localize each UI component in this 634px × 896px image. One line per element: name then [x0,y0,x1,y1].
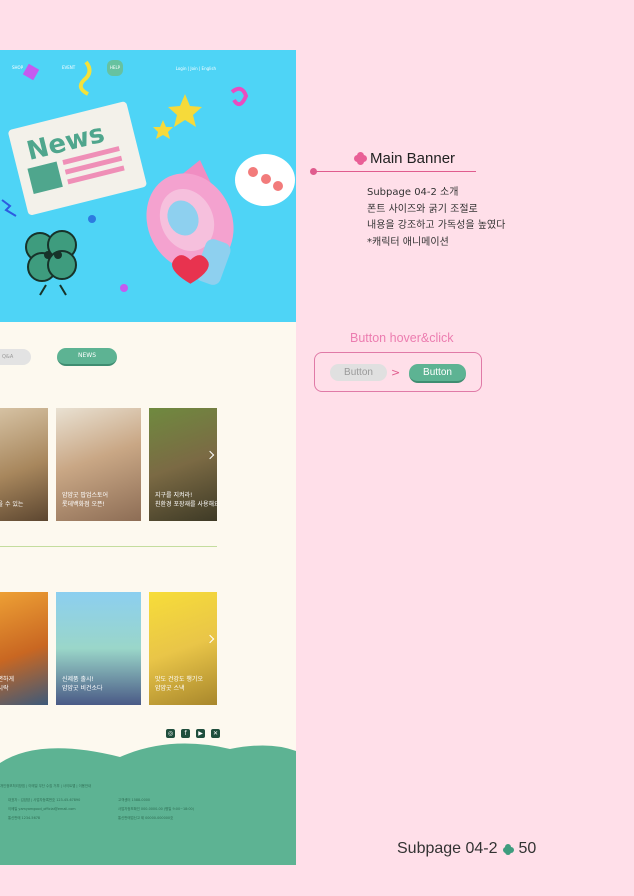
annotation-line-text: 폰트 사이즈와 굵기 조절로 [367,203,478,215]
button-hover-state[interactable]: Button [409,364,466,383]
nav-help-link[interactable]: HELP [107,60,123,76]
product-card-caption: 간편하게 도시락 [0,676,15,692]
product-card-caption: 신제품 출시! 얌얌굿 비건소다 [62,676,103,692]
facebook-icon[interactable]: f [181,729,190,738]
footer-links[interactable]: 개인정보처리방침 | 이메일 무단 수집 거부 | 사이트맵 | 이용안내 [0,783,91,788]
webpage-mockup: News SHOP EVENT HELP Login | Join | Engl… [0,50,296,865]
footer-info: 고객센터 1588-0000 [118,798,151,802]
annotation-title: Main Banner [354,150,455,167]
product-card[interactable]: 간편하게 도시락 [0,592,48,705]
chevron-right-icon[interactable] [205,634,215,644]
button-default-state[interactable]: Button [330,364,387,381]
nav-shop-link[interactable]: SHOP [12,65,23,70]
page-label: Subpage 04-2 [397,840,498,857]
product-card[interactable]: 신제품 출시! 얌얌굿 비건소다 [56,592,141,705]
news-card-caption: 얌얌굿 팝업스토어 롯데백화점 오픈! [62,492,109,508]
annotation-line [313,171,476,172]
news-card-caption: 지구를 지켜라! 친환경 포장재를 사용해요 [155,492,217,508]
instagram-icon[interactable]: ◎ [166,729,175,738]
social-links: ◎ f ▶ ✕ [166,729,220,738]
nav-event-link[interactable]: EVENT [62,65,75,70]
footer-info: 통신판매 1234-5678 [8,816,41,820]
annotation-title-text: Main Banner [370,150,456,167]
tab-news[interactable]: NEWS [57,348,117,366]
footer-info: 대표자 : 김얌얌 | 사업자등록번호 123-45-67890 [8,798,81,802]
news-card[interactable]: 얌얌굿 팝업스토어 롯데백화점 오픈! [56,408,141,521]
section-divider [0,546,217,547]
green-clover-icon [502,843,514,855]
nav-login-links[interactable]: Login | Join | English [176,66,216,71]
footer-info: 이메일 yamyamgood_official@email.com [8,807,76,811]
board-tabs: Q&A NEWS [0,348,296,368]
product-card[interactable]: 맛도 건강도 챙기오 얌얌굿 스낵 [149,592,217,705]
banner-illustration: News [1,60,295,296]
footer-wave [0,743,296,865]
annotation-line-text: 내용을 강조하고 가독성을 높였다 [367,220,506,231]
annotation-line-text: Subpage 04-2 소개 [367,187,459,198]
button-demo-title: Button hover&click [350,331,454,345]
top-nav: SHOP EVENT HELP Login | Join | English [0,60,296,76]
annotation-line-text: *캐릭터 애니메이션 [367,236,449,248]
page-number: 50 [518,840,537,857]
footer-info: 통신판매업신고 제 00000-000000호 [118,816,174,820]
arrow-right-icon: > [391,366,401,379]
tab-qa[interactable]: Q&A [0,349,31,365]
product-card-caption: 맛도 건강도 챙기오 얌얌굿 스낵 [155,676,203,692]
page-footer: Subpage 04-2 50 [397,840,536,858]
annotation-body: Subpage 04-2 소개 폰트 사이즈와 굵기 조절로 내용을 강조하고 … [367,185,505,251]
news-card[interactable]: 지구를 지켜라! 친환경 포장재를 사용해요 [149,408,217,521]
main-banner: News SHOP EVENT HELP Login | Join | Engl… [0,50,296,322]
youtube-icon[interactable]: ▶ [196,729,205,738]
x-twitter-icon[interactable]: ✕ [211,729,220,738]
chevron-right-icon[interactable] [205,450,215,460]
news-card[interactable]: 먹을 수 있는 [0,408,48,521]
news-card-caption: 먹을 수 있는 [0,501,24,508]
pink-clover-icon [354,152,367,165]
footer-info: 사업자정보확인 000-0000-00 (평일 9:00~18:00) [118,807,195,811]
